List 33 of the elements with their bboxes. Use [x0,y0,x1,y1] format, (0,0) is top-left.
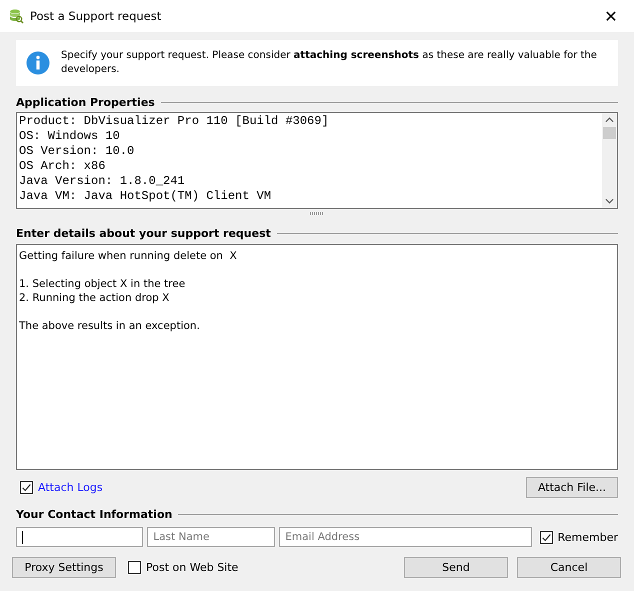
splitter-handle[interactable] [310,212,324,214]
checkbox-label: Post on Web Site [146,561,238,574]
property-line: Product: DbVisualizer Pro 110 [Build #3069] [19,114,330,129]
dialog-button[interactable]: Cancel [517,557,621,578]
window-title: Post a Support request [30,9,162,23]
email-field[interactable]: Email Address [279,527,532,547]
attach-file-button[interactable]: Attach File... [526,476,618,498]
scrollbar[interactable] [602,113,617,208]
scrollbar-thumb[interactable] [603,127,616,139]
scroll-down-icon[interactable] [605,198,614,204]
section-heading: Enter details about your support request [16,226,271,240]
proxy-settings-button[interactable]: Proxy Settings [12,557,116,578]
property-line: Java VM: Java HotSpot(TM) Client VM [19,189,272,204]
checkbox[interactable] [540,530,553,544]
property-line: OS Version: 10.0 [19,144,136,159]
section-heading: Application Properties [16,96,155,108]
dialog-button[interactable]: Send [404,557,508,578]
info-icon [26,51,50,75]
section-heading: Your Contact Information [16,508,172,520]
scroll-up-icon[interactable] [605,117,614,123]
last-name-field[interactable]: Last Name [147,527,276,547]
property-line: OS: Windows 10 [19,129,121,144]
close-button[interactable]: ✕ [588,0,634,32]
details-field[interactable]: Getting failure when running delete on X 1. Selecting object X in the tree 2. Running the action drop X The above results in an exception. [16,244,618,470]
attach-logs-link[interactable]: Attach Logs [38,480,103,494]
checkbox[interactable] [128,561,141,574]
property-line: OS Arch: x86 [19,159,106,174]
first-name-field[interactable] [16,527,144,547]
property-line: Java Version: 1.8.0_241 [19,174,186,189]
checkbox-label: Remember [558,530,618,544]
database-icon [8,8,24,24]
checkbox[interactable] [20,480,33,494]
info-text: Specify your support request. Please consider attaching screenshots as these are really valuable for the developers. [61,49,598,77]
